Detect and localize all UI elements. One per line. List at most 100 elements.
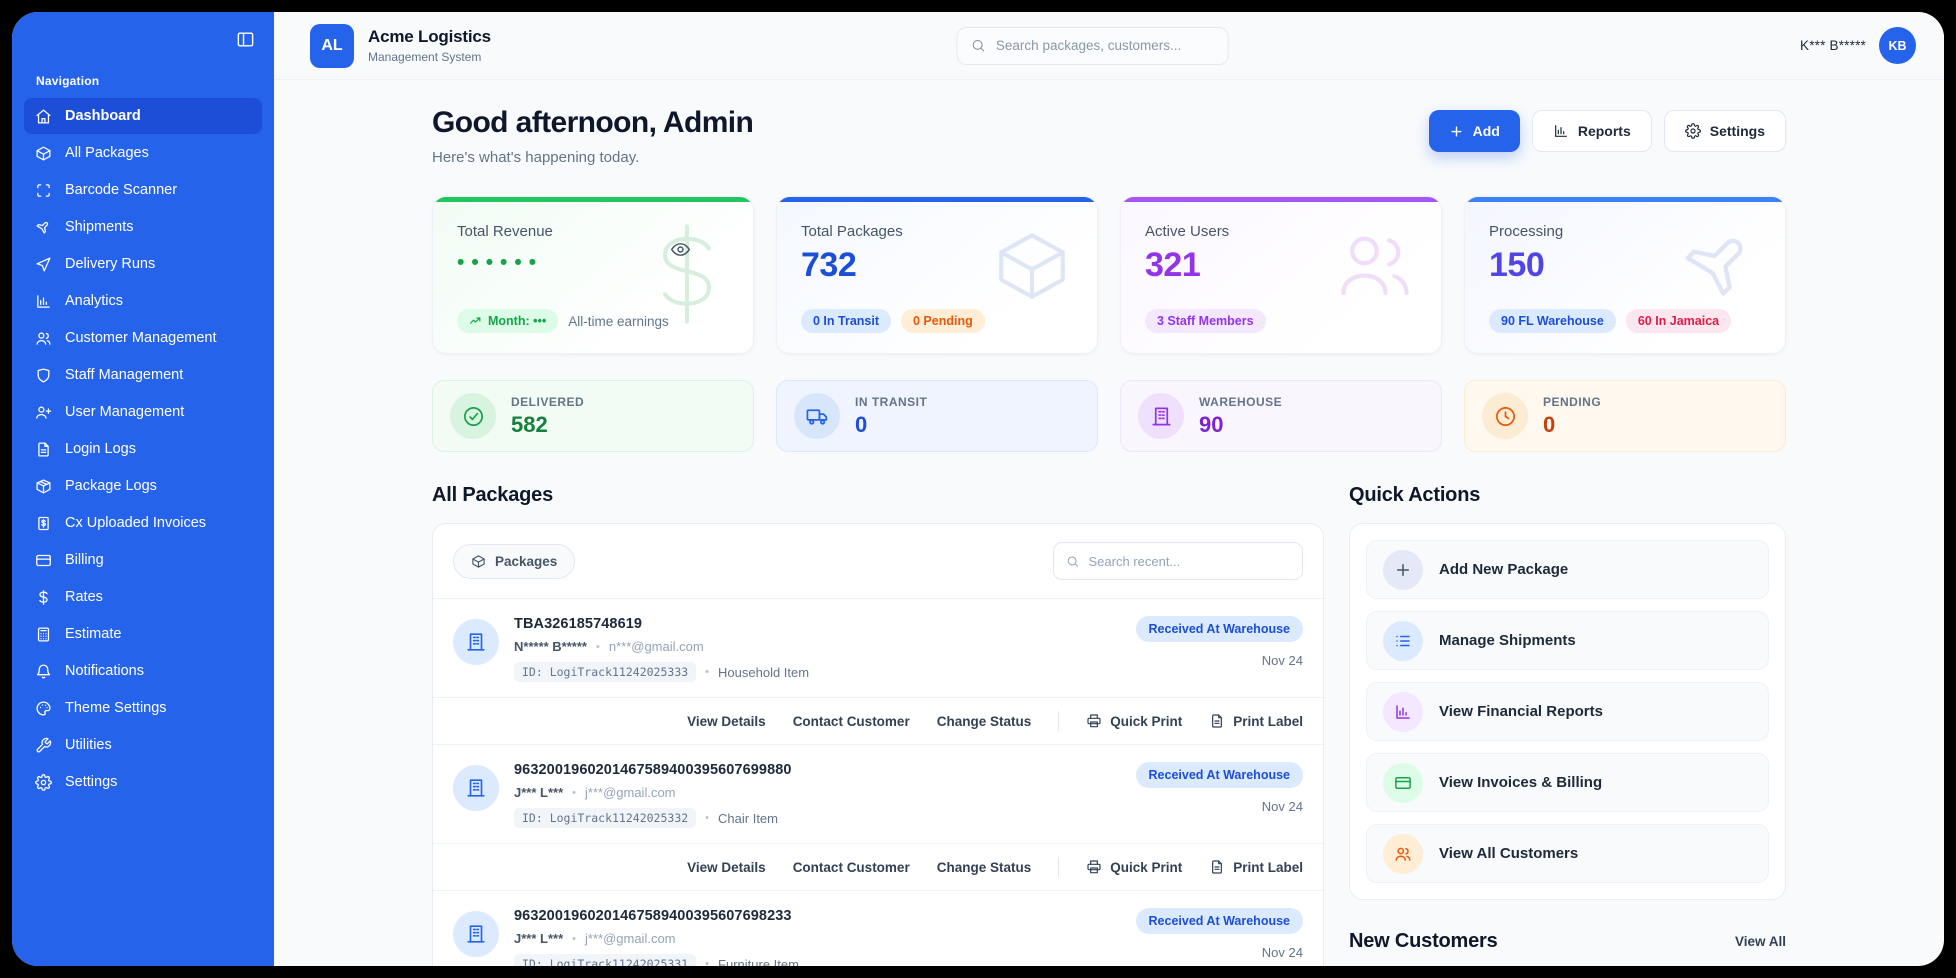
reports-button[interactable]: Reports [1532,110,1652,152]
package-open-icon [35,478,52,495]
quick-action-add-new-package[interactable]: Add New Package [1366,540,1769,599]
revenue-caption: All-time earnings [568,314,669,329]
customer-email: j***@gmail.com [585,785,676,800]
status-card-warehouse[interactable]: WAREHOUSE 90 [1120,380,1442,452]
sidebar: Navigation Dashboard All Packages Barcod… [12,12,274,966]
change-status-link[interactable]: Change Status [937,714,1032,729]
status-label: DELIVERED [511,395,584,409]
sidebar-item-estimate[interactable]: Estimate [24,616,262,652]
view-details-link[interactable]: View Details [687,714,766,729]
package-row[interactable]: 9632001960201467589400395607699880 J*** … [433,744,1323,843]
sidebar-item-all-packages[interactable]: All Packages [24,135,262,171]
sidebar-item-cx-uploaded-invoices[interactable]: Cx Uploaded Invoices [24,505,262,541]
sidebar-item-label: Login Logs [65,441,136,457]
sidebar-item-delivery-runs[interactable]: Delivery Runs [24,246,262,282]
status-card-delivered[interactable]: DELIVERED 582 [432,380,754,452]
quick-action-manage-shipments[interactable]: Manage Shipments [1366,611,1769,670]
status-card-in-transit[interactable]: IN TRANSIT 0 [776,380,1098,452]
label-icon [1209,859,1225,875]
sidebar-item-customer-management[interactable]: Customer Management [24,320,262,356]
sidebar-item-rates[interactable]: Rates [24,579,262,615]
sidebar-nav: Dashboard All Packages Barcode Scanner S… [12,98,274,800]
item-type: Chair Item [718,811,778,826]
quick-action-label: Manage Shipments [1439,632,1576,649]
recent-search-input[interactable] [1089,554,1291,569]
customer-name: J*** L*** [514,931,563,946]
user-avatar[interactable]: KB [1879,27,1916,64]
sidebar-item-shipments[interactable]: Shipments [24,209,262,245]
sidebar-item-notifications[interactable]: Notifications [24,653,262,689]
global-search-input[interactable] [996,38,1215,53]
sidebar-item-utilities[interactable]: Utilities [24,727,262,763]
list-icon [1383,621,1423,661]
sidebar-item-analytics[interactable]: Analytics [24,283,262,319]
sidebar-collapse-icon[interactable] [232,26,258,52]
printer-icon [1086,713,1102,729]
stat-card-active-users[interactable]: Active Users 321 3 Staff Members [1120,196,1442,354]
quick-action-view-all-customers[interactable]: View All Customers [1366,824,1769,883]
sidebar-item-label: Theme Settings [65,700,167,716]
clock-icon [1482,393,1528,439]
customer-email: j***@gmail.com [585,931,676,946]
sidebar-item-package-logs[interactable]: Package Logs [24,468,262,504]
package-row[interactable]: TBA326185748619 N***** B***** • n***@gma… [433,598,1323,697]
recent-search[interactable] [1053,542,1303,580]
global-search[interactable] [957,27,1229,65]
status-badge: Received At Warehouse [1136,762,1303,788]
customer-email: n***@gmail.com [609,639,704,654]
item-type: Furniture Item [718,957,799,967]
sidebar-item-billing[interactable]: Billing [24,542,262,578]
navigation-icon [35,256,52,273]
quick-action-view-financial-reports[interactable]: View Financial Reports [1366,682,1769,741]
print-label-link[interactable]: Print Label [1209,859,1303,875]
package-row[interactable]: 9632001960201467589400395607698233 J*** … [433,890,1323,966]
quick-print-link[interactable]: Quick Print [1086,713,1182,729]
sidebar-item-dashboard[interactable]: Dashboard [24,98,262,134]
sidebar-item-staff-management[interactable]: Staff Management [24,357,262,393]
page-title: Good afternoon, Admin [432,106,753,140]
add-button[interactable]: Add [1429,110,1520,152]
sidebar-item-theme-settings[interactable]: Theme Settings [24,690,262,726]
sidebar-item-label: Customer Management [65,330,217,346]
sidebar-item-user-management[interactable]: User Management [24,394,262,430]
stat-card-total-packages[interactable]: Total Packages 732 0 In Transit 0 Pendin… [776,196,1098,354]
change-status-link[interactable]: Change Status [937,860,1032,875]
sidebar-item-label: Rates [65,589,103,605]
sidebar-item-settings[interactable]: Settings [24,764,262,800]
sidebar-item-barcode-scanner[interactable]: Barcode Scanner [24,172,262,208]
stat-value: 150 [1489,246,1761,285]
quick-print-link[interactable]: Quick Print [1086,859,1182,875]
view-details-link[interactable]: View Details [687,860,766,875]
new-customers-heading: New Customers [1349,930,1498,953]
sidebar-item-login-logs[interactable]: Login Logs [24,431,262,467]
quick-action-view-invoices-billing[interactable]: View Invoices & Billing [1366,753,1769,812]
stat-title: Active Users [1145,223,1417,240]
calculator-icon [35,626,52,643]
status-card-pending[interactable]: PENDING 0 [1464,380,1786,452]
print-label-link[interactable]: Print Label [1209,713,1303,729]
contact-customer-link[interactable]: Contact Customer [793,860,910,875]
sidebar-item-label: Billing [65,552,104,568]
quick-actions-panel: Add New Package Manage Shipments [1349,523,1786,900]
stat-title: Processing [1489,223,1761,240]
contact-customer-link[interactable]: Contact Customer [793,714,910,729]
stat-value: 732 [801,246,1073,285]
stat-card-total-revenue[interactable]: Total Revenue •••••• Month: ••• All-time… [432,196,754,354]
search-icon [971,37,986,54]
tab-packages[interactable]: Packages [453,544,575,579]
eye-icon[interactable] [670,239,691,265]
stat-card-processing[interactable]: Processing 150 90 FL Warehouse 60 In Jam… [1464,196,1786,354]
view-all-link[interactable]: View All [1735,934,1786,949]
home-icon [35,108,52,125]
status-label: PENDING [1543,395,1601,409]
app-subtitle: Management System [368,50,491,64]
reports-button-label: Reports [1578,123,1631,139]
settings-button[interactable]: Settings [1664,110,1786,152]
packages-panel: Packages [432,523,1324,966]
package-id-chip: ID: LogiTrack11242025333 [514,662,696,682]
wrench-icon [35,737,52,754]
bar-chart-icon [1553,123,1569,139]
building-icon [453,911,499,957]
tracking-number: TBA326185748619 [514,616,1121,632]
package-date: Nov 24 [1136,799,1303,814]
